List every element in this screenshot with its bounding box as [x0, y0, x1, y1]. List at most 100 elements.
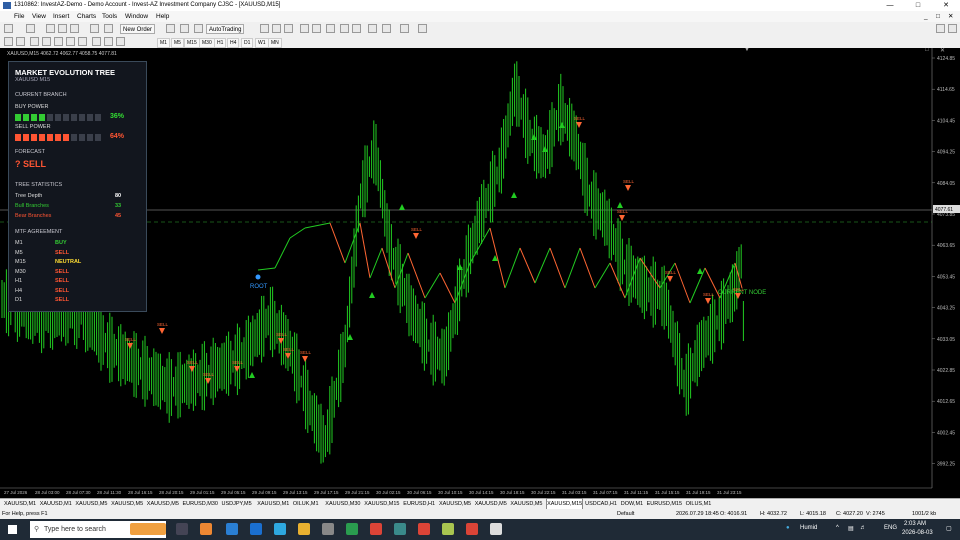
tray-chevron-icon[interactable]: ^: [836, 525, 839, 531]
period-w1[interactable]: W1: [255, 38, 269, 48]
mail-icon[interactable]: [250, 523, 262, 535]
period-m30[interactable]: M30: [199, 38, 215, 48]
app-icon-4[interactable]: [490, 523, 502, 535]
edge-icon[interactable]: [226, 523, 238, 535]
period-h4[interactable]: H4: [227, 38, 240, 48]
store-icon[interactable]: [274, 523, 286, 535]
period-d1[interactable]: D1: [241, 38, 254, 48]
sell-arrow-icon: [205, 378, 211, 384]
arrows-icon[interactable]: [116, 37, 125, 46]
menu-help[interactable]: Help: [156, 11, 169, 22]
zoom-out-icon[interactable]: [312, 24, 321, 33]
close-button[interactable]: ✕: [932, 0, 960, 11]
menu-tools[interactable]: Tools: [102, 11, 117, 22]
copilot-icon[interactable]: [200, 523, 212, 535]
child-restore-icon[interactable]: □: [936, 11, 940, 22]
market-watch-icon[interactable]: [46, 24, 55, 33]
chrome-icon-3[interactable]: [466, 523, 478, 535]
tile-windows-icon[interactable]: [326, 24, 335, 33]
buy-power-value: 36%: [110, 113, 125, 120]
channel-icon[interactable]: [66, 37, 75, 46]
navigator-icon[interactable]: [70, 24, 79, 33]
time-tick-label: 31 Jul 15:15: [655, 490, 680, 495]
line-chart-icon[interactable]: [284, 24, 293, 33]
app-icon-3[interactable]: [442, 523, 454, 535]
buy-arrow-icon: [511, 192, 517, 198]
clock-time[interactable]: 2:03 AM: [904, 521, 926, 527]
app-icon-1[interactable]: [322, 523, 334, 535]
notifications-icon[interactable]: ▢: [946, 525, 952, 532]
fibonacci-icon[interactable]: [78, 37, 87, 46]
app-icon-2[interactable]: [346, 523, 358, 535]
status-profile[interactable]: Default: [617, 509, 634, 519]
market-icon[interactable]: [194, 24, 203, 33]
metaeditor-icon[interactable]: [166, 24, 175, 33]
chart-restore-icon[interactable]: □: [925, 48, 929, 53]
file-explorer-icon[interactable]: [298, 523, 310, 535]
menu-charts[interactable]: Charts: [77, 11, 96, 22]
status-traffic: 1001/2 kb: [912, 511, 937, 517]
language-indicator[interactable]: ENG: [884, 525, 897, 531]
horizontal-line-icon[interactable]: [42, 37, 51, 46]
strategy-tester-icon[interactable]: [104, 24, 113, 33]
auto-trading-button[interactable]: AutoTrading: [206, 24, 245, 34]
metatrader-icon[interactable]: [394, 523, 406, 535]
weather-text[interactable]: Humid: [800, 525, 817, 531]
child-close-icon[interactable]: ✕: [948, 11, 953, 22]
bear-branch: [439, 272, 456, 304]
network-icon[interactable]: ▤: [848, 525, 854, 532]
cursor-icon[interactable]: [4, 37, 13, 46]
new-order-button[interactable]: New Order: [120, 24, 156, 34]
indicators-icon[interactable]: [368, 24, 377, 33]
trendline-icon[interactable]: [54, 37, 63, 46]
periods-icon[interactable]: [382, 24, 391, 33]
period-h1[interactable]: H1: [214, 38, 227, 48]
options-icon[interactable]: [418, 24, 427, 33]
period-m15[interactable]: M15: [184, 38, 200, 48]
buy-power-segment: [39, 114, 45, 121]
profiles-icon[interactable]: [26, 24, 35, 33]
sell-power-segment: [31, 134, 37, 141]
sell-arrow-icon: [576, 122, 582, 128]
weather-icon[interactable]: ●: [786, 525, 790, 531]
signals-icon[interactable]: [180, 24, 189, 33]
period-m1[interactable]: M1: [157, 38, 170, 48]
menu-view[interactable]: View: [32, 11, 46, 22]
vertical-line-icon[interactable]: [30, 37, 39, 46]
volume-icon[interactable]: ♬: [860, 525, 866, 531]
chart-shift-icon[interactable]: [340, 24, 349, 33]
chrome-icon[interactable]: [370, 523, 382, 535]
windows-start-icon[interactable]: [8, 525, 17, 534]
sell-signal-label: SELL: [665, 270, 677, 275]
new-chart-icon[interactable]: [4, 24, 13, 33]
text-label-icon[interactable]: [104, 37, 113, 46]
child-minimize-icon[interactable]: _: [924, 11, 928, 22]
autoscroll-icon[interactable]: [352, 24, 361, 33]
bull-branch: [274, 237, 291, 269]
data-window-icon[interactable]: [58, 24, 67, 33]
bar-chart-icon[interactable]: [260, 24, 269, 33]
zoom-in-icon[interactable]: [300, 24, 309, 33]
maximize-button[interactable]: □: [904, 0, 932, 11]
sell-power-label: SELL POWER: [15, 124, 51, 130]
minimize-button[interactable]: —: [876, 0, 904, 11]
crosshair-icon[interactable]: [16, 37, 25, 46]
menu-window[interactable]: Window: [125, 11, 148, 22]
candlestick-icon[interactable]: [272, 24, 281, 33]
window-title: 1310862: InvestAZ-Demo - Demo Account - …: [14, 2, 281, 8]
chrome-icon-2[interactable]: [418, 523, 430, 535]
sell-signal-label: SELL: [203, 372, 215, 377]
buy-power-label: BUY POWER: [15, 104, 49, 110]
period-mn[interactable]: MN: [268, 38, 282, 48]
text-icon[interactable]: [92, 37, 101, 46]
task-view-icon[interactable]: [176, 523, 188, 535]
menu-insert[interactable]: Insert: [53, 11, 69, 22]
terminal-icon[interactable]: [90, 24, 99, 33]
chart-close-icon[interactable]: ✕: [940, 48, 945, 54]
search-icon[interactable]: [936, 24, 945, 33]
clock-date[interactable]: 2026-08-03: [902, 530, 933, 536]
period-m5[interactable]: M5: [171, 38, 184, 48]
templates-icon[interactable]: [400, 24, 409, 33]
menu-file[interactable]: File: [14, 11, 24, 22]
chat-icon[interactable]: [948, 24, 957, 33]
